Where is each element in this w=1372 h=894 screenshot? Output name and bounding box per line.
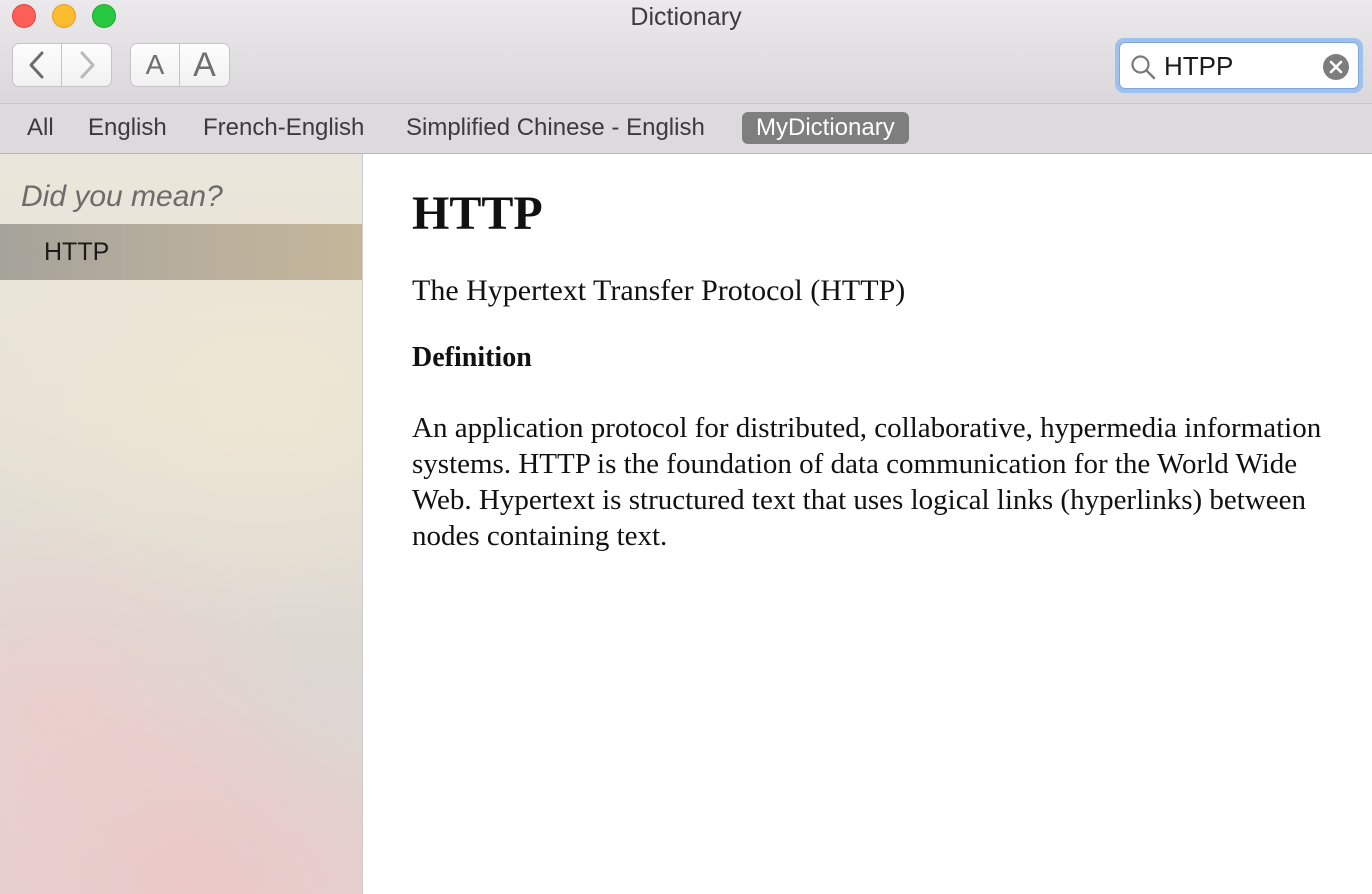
font-smaller-button[interactable]: A [130,43,180,87]
did-you-mean-heading: Did you mean? [21,180,223,213]
suggestion-label: HTTP [44,238,110,266]
dictionary-scope-bar: All English French-English Simplified Ch… [0,104,1372,154]
chevron-left-icon [29,51,44,79]
window-title: Dictionary [630,3,742,31]
scope-all[interactable]: All [13,112,68,144]
font-larger-button[interactable]: A [180,43,230,87]
definition-text: An application protocol for distributed,… [412,412,1322,552]
definition-heading: Definition [412,342,532,373]
scope-english[interactable]: English [74,112,181,144]
entry-subtitle: The Hypertext Transfer Protocol (HTTP) [412,274,906,307]
search-input[interactable] [1164,49,1314,83]
clear-search-icon[interactable] [1322,53,1350,81]
suggestion-item[interactable]: HTTP [0,224,362,280]
chevron-right-icon [80,51,94,79]
scope-french-english[interactable]: French-English [189,112,378,144]
back-button[interactable] [12,43,62,87]
scope-mydictionary[interactable]: MyDictionary [742,112,909,144]
font-smaller-label: A [145,49,165,80]
font-larger-label: A [193,45,216,84]
entry-content: HTTP The Hypertext Transfer Protocol (HT… [363,154,1372,894]
navigation-buttons [12,43,112,89]
sidebar: Did you mean? HTTP [0,154,363,894]
font-size-buttons: A A [130,43,230,89]
scope-simplified-chinese-english[interactable]: Simplified Chinese - English [392,112,719,144]
entry-headword: HTTP [412,187,543,240]
toolbar: Dictionary A A [0,0,1372,104]
forward-button[interactable] [62,43,112,87]
search-icon [1131,55,1156,80]
dictionary-window: Dictionary A A HTPP All English French-E… [0,0,1372,894]
search-field[interactable] [1119,42,1359,89]
search-field-focus-ring [1115,38,1363,93]
